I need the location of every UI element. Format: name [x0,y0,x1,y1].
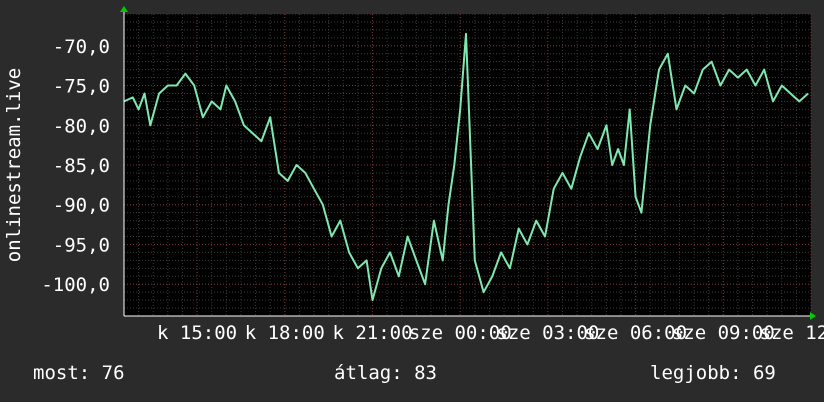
footer-best: legjobb: 69 [650,362,776,384]
x-tick-label: k 18:00 [245,322,325,344]
y-axis-arrow [120,6,128,12]
footer-current: most: 76 [33,362,125,384]
y-axis-label: onlinestream.live [3,68,25,262]
y-tick-label: -85,0 [53,155,110,177]
y-tick-label: -100,0 [41,274,110,296]
footer-average: átlag: 83 [334,362,437,384]
y-tick-label: -80,0 [53,115,110,137]
y-tick-label: -90,0 [53,195,110,217]
x-tick-label: k 21:00 [332,322,412,344]
y-tick-labels: -100,0 -95,0 -90,0 -85,0 -80,0 -75,0 -70,0 [41,36,110,296]
line-chart: -100,0 -95,0 -90,0 -85,0 -80,0 -75,0 -70,0 k 1… [3,6,824,344]
y-tick-label: -95,0 [53,234,110,256]
x-tick-label: k 15:00 [157,322,237,344]
x-axis-arrow [810,312,816,320]
x-tick-labels: k 15:00 k 18:00 k 21:00sze 00:00sze 03:00s… [157,322,824,344]
y-tick-label: -70,0 [53,36,110,58]
y-tick-label: -75,0 [53,76,110,98]
x-tick-label: sze 12:00 [760,322,824,344]
